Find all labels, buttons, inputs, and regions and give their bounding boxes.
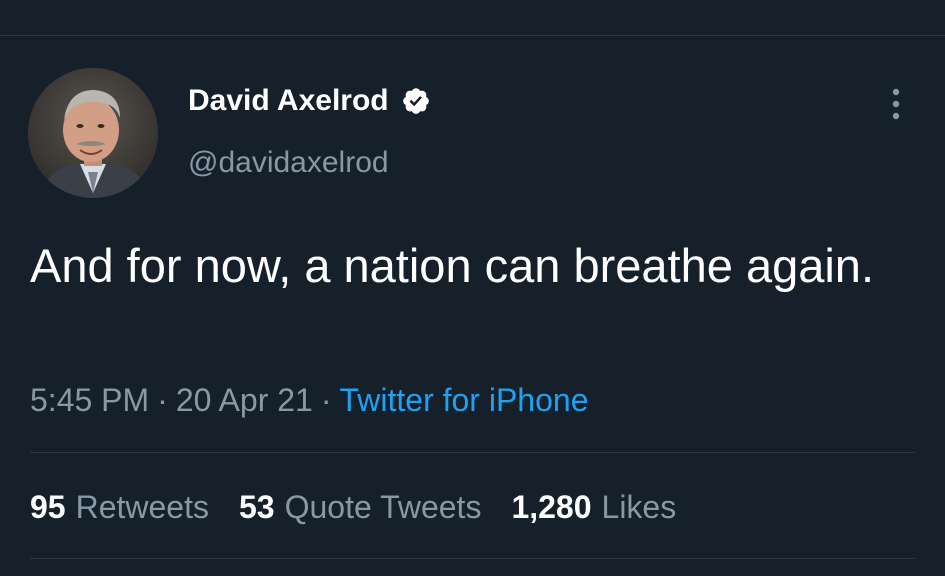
tweet-stats: 95 Retweets 53 Quote Tweets 1,280 Likes [30, 487, 706, 527]
verified-badge-icon [401, 86, 431, 116]
author-display-name-row[interactable]: David Axelrod [188, 83, 431, 119]
likes-label: Likes [601, 489, 677, 525]
retweets-count: 95 [30, 489, 66, 525]
stats-bottom-divider [30, 558, 915, 559]
more-vertical-icon[interactable] [880, 86, 912, 122]
meta-separator: · [320, 382, 332, 418]
avatar[interactable] [28, 68, 158, 198]
quote-tweets-count: 53 [238, 489, 275, 525]
tweet-text: And for now, a nation can breathe again. [30, 239, 875, 292]
avatar-photo [28, 68, 158, 198]
tweet-time[interactable]: 5:45 PM [30, 382, 149, 418]
tweet-detail: David Axelrod @davidaxelrod And for now,… [0, 0, 945, 576]
retweets-label: Retweets [75, 489, 209, 525]
meta-separator: · [157, 382, 168, 418]
likes-count: 1,280 [511, 489, 592, 525]
tweet-meta: 5:45 PM · 20 Apr 21 · Twitter for iPhone [30, 380, 588, 420]
tweet-source-link[interactable]: Twitter for iPhone [339, 382, 588, 418]
top-divider [0, 35, 945, 36]
author-handle[interactable]: @davidaxelrod [188, 145, 389, 181]
quote-tweets-stat[interactable]: 53 Quote Tweets [239, 487, 481, 527]
stats-top-divider [30, 452, 915, 453]
tweet-date[interactable]: 20 Apr 21 [176, 382, 313, 418]
retweets-stat[interactable]: 95 Retweets [30, 487, 209, 527]
author-display-name[interactable]: David Axelrod [188, 83, 389, 119]
quote-tweets-label: Quote Tweets [284, 489, 482, 525]
likes-stat[interactable]: 1,280 Likes [511, 487, 676, 527]
